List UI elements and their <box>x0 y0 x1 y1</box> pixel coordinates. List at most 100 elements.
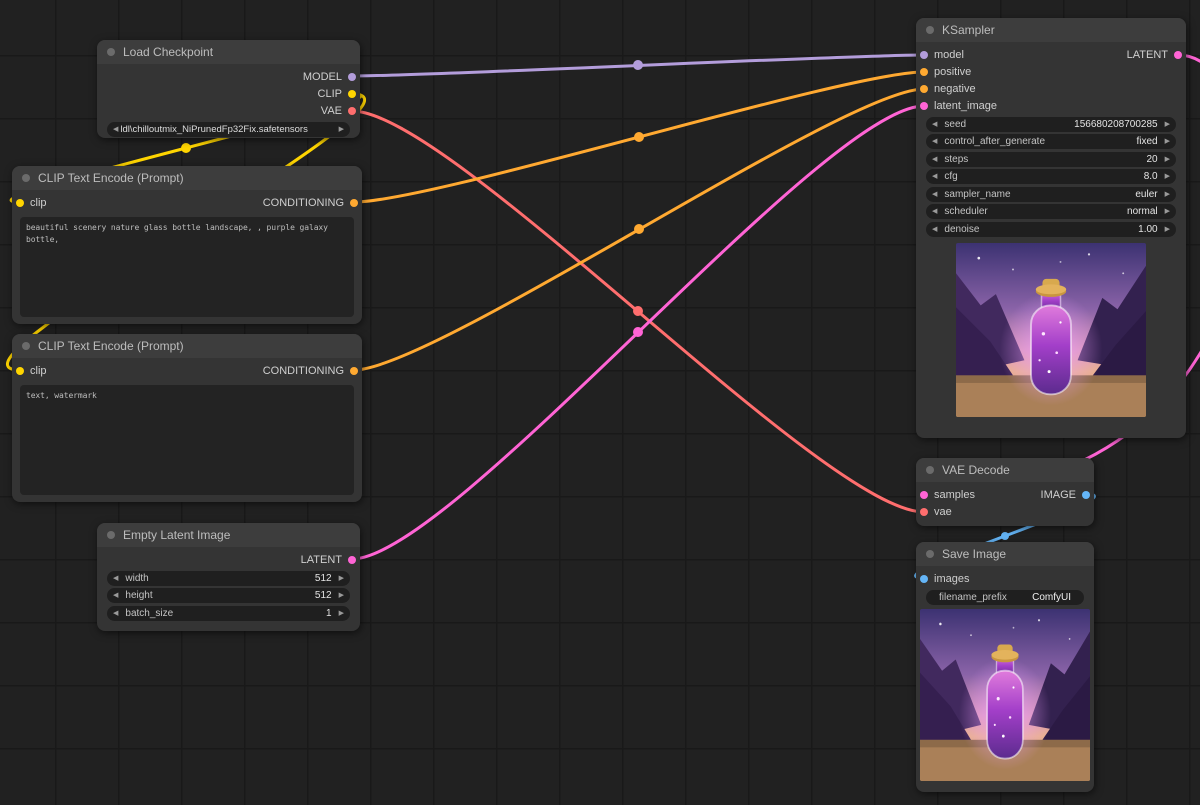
decrement-arrow-icon[interactable]: ◀ <box>113 588 118 603</box>
collapse-dot-icon[interactable] <box>926 550 934 558</box>
positive-prompt-textarea[interactable]: beautiful scenery nature glass bottle la… <box>20 217 354 317</box>
control-after-generate-widget[interactable]: ◀ control_after_generate fixed ▶ <box>926 134 1176 149</box>
node-vae-decode[interactable]: VAE Decode samples IMAGE vae <box>916 458 1094 526</box>
node-clip-text-encode-positive[interactable]: CLIP Text Encode (Prompt) clip CONDITION… <box>12 166 362 324</box>
link-midpoint-dot <box>181 143 191 153</box>
ckpt-name-combo[interactable]: ◀ ldl\chilloutmix_NiPrunedFp32Fix.safete… <box>107 122 350 137</box>
combo-right-arrow-icon[interactable]: ▶ <box>339 122 344 137</box>
latent-image-input-port[interactable] <box>920 102 928 110</box>
increment-arrow-icon[interactable]: ▶ <box>1165 204 1170 219</box>
sampler-name-widget[interactable]: ◀ sampler_name euler ▶ <box>926 187 1176 202</box>
widget-value: euler <box>1018 189 1158 200</box>
slot-row: clip CONDITIONING <box>12 362 362 379</box>
decrement-arrow-icon[interactable]: ◀ <box>932 152 937 167</box>
model-input-port[interactable] <box>920 51 928 59</box>
vae-output-port[interactable] <box>348 107 356 115</box>
increment-arrow-icon[interactable]: ▶ <box>1165 169 1170 184</box>
latent-output-port[interactable] <box>348 556 356 564</box>
node-ksampler[interactable]: KSampler model LATENT positive negative … <box>916 18 1186 438</box>
collapse-dot-icon[interactable] <box>22 174 30 182</box>
negative-prompt-textarea[interactable]: text, watermark <box>20 385 354 495</box>
height-widget[interactable]: ◀ height 512 ▶ <box>107 588 350 603</box>
decrement-arrow-icon[interactable]: ◀ <box>932 222 937 237</box>
decrement-arrow-icon[interactable]: ◀ <box>113 571 118 586</box>
node-clip-text-encode-negative[interactable]: CLIP Text Encode (Prompt) clip CONDITION… <box>12 334 362 502</box>
slot-label: negative <box>934 83 976 95</box>
width-widget[interactable]: ◀ width 512 ▶ <box>107 571 350 586</box>
latent-output-port[interactable] <box>1174 51 1182 59</box>
output-slot-model: MODEL <box>97 68 360 85</box>
cfg-widget[interactable]: ◀ cfg 8.0 ▶ <box>926 169 1176 184</box>
increment-arrow-icon[interactable]: ▶ <box>339 588 344 603</box>
collapse-dot-icon[interactable] <box>107 48 115 56</box>
slot-label: CONDITIONING <box>263 365 344 377</box>
samples-input-port[interactable] <box>920 491 928 499</box>
input-slot-negative: negative <box>916 80 1186 97</box>
node-header[interactable]: VAE Decode <box>916 458 1094 482</box>
slot-label: CONDITIONING <box>263 197 344 209</box>
node-save-image[interactable]: Save Image images filename_prefix ComfyU… <box>916 542 1094 792</box>
vae-input-port[interactable] <box>920 508 928 516</box>
collapse-dot-icon[interactable] <box>107 531 115 539</box>
increment-arrow-icon[interactable]: ▶ <box>339 571 344 586</box>
clip-input-port[interactable] <box>16 367 24 375</box>
denoise-widget[interactable]: ◀ denoise 1.00 ▶ <box>926 222 1176 237</box>
widget-label: steps <box>944 154 968 165</box>
increment-arrow-icon[interactable]: ▶ <box>1165 222 1170 237</box>
widget-label: width <box>125 573 148 584</box>
steps-widget[interactable]: ◀ steps 20 ▶ <box>926 152 1176 167</box>
slot-label: CLIP <box>318 88 342 100</box>
slot-label: VAE <box>321 105 342 117</box>
node-header[interactable]: CLIP Text Encode (Prompt) <box>12 166 362 190</box>
node-graph-canvas[interactable]: Load Checkpoint MODEL CLIP VAE ◀ ldl\chi… <box>0 0 1200 805</box>
scheduler-widget[interactable]: ◀ scheduler normal ▶ <box>926 204 1176 219</box>
node-header[interactable]: Load Checkpoint <box>97 40 360 64</box>
widget-label: denoise <box>944 224 979 235</box>
node-header[interactable]: Save Image <box>916 542 1094 566</box>
clip-input-port[interactable] <box>16 199 24 207</box>
widget-label: cfg <box>944 171 957 182</box>
clip-output-port[interactable] <box>348 90 356 98</box>
combo-left-arrow-icon[interactable]: ◀ <box>113 122 118 137</box>
increment-arrow-icon[interactable]: ▶ <box>339 606 344 621</box>
node-load-checkpoint[interactable]: Load Checkpoint MODEL CLIP VAE ◀ ldl\chi… <box>97 40 360 138</box>
input-slot-images: images <box>916 570 1094 587</box>
decrement-arrow-icon[interactable]: ◀ <box>932 187 937 202</box>
node-header[interactable]: CLIP Text Encode (Prompt) <box>12 334 362 358</box>
images-input-port[interactable] <box>920 575 928 583</box>
positive-input-port[interactable] <box>920 68 928 76</box>
image-output-port[interactable] <box>1082 491 1090 499</box>
node-header[interactable]: Empty Latent Image <box>97 523 360 547</box>
node-header[interactable]: KSampler <box>916 18 1186 42</box>
decrement-arrow-icon[interactable]: ◀ <box>932 117 937 132</box>
decrement-arrow-icon[interactable]: ◀ <box>932 169 937 184</box>
node-title: Empty Latent Image <box>123 528 230 542</box>
filename-prefix-widget[interactable]: filename_prefix ComfyUI <box>926 590 1084 605</box>
collapse-dot-icon[interactable] <box>22 342 30 350</box>
node-empty-latent-image[interactable]: Empty Latent Image LATENT ◀ width 512 ▶ … <box>97 523 360 631</box>
model-output-port[interactable] <box>348 73 356 81</box>
seed-widget[interactable]: ◀ seed 156680208700285 ▶ <box>926 117 1176 132</box>
widget-label: scheduler <box>944 206 987 217</box>
increment-arrow-icon[interactable]: ▶ <box>1165 117 1170 132</box>
collapse-dot-icon[interactable] <box>926 26 934 34</box>
conditioning-output-port[interactable] <box>350 367 358 375</box>
ksampler-preview-image <box>956 243 1146 417</box>
widget-value: 8.0 <box>965 171 1158 182</box>
collapse-dot-icon[interactable] <box>926 466 934 474</box>
decrement-arrow-icon[interactable]: ◀ <box>932 204 937 219</box>
decrement-arrow-icon[interactable]: ◀ <box>932 134 937 149</box>
decrement-arrow-icon[interactable]: ◀ <box>113 606 118 621</box>
batch-size-widget[interactable]: ◀ batch_size 1 ▶ <box>107 606 350 621</box>
input-slot-latent-image: latent_image <box>916 97 1186 114</box>
increment-arrow-icon[interactable]: ▶ <box>1165 187 1170 202</box>
increment-arrow-icon[interactable]: ▶ <box>1165 152 1170 167</box>
slot-row: clip CONDITIONING <box>12 194 362 211</box>
node-title: KSampler <box>942 23 995 37</box>
negative-input-port[interactable] <box>920 85 928 93</box>
node-title: Save Image <box>942 547 1006 561</box>
slot-label: images <box>934 573 969 585</box>
increment-arrow-icon[interactable]: ▶ <box>1165 134 1170 149</box>
conditioning-output-port[interactable] <box>350 199 358 207</box>
widget-label: height <box>125 590 152 601</box>
